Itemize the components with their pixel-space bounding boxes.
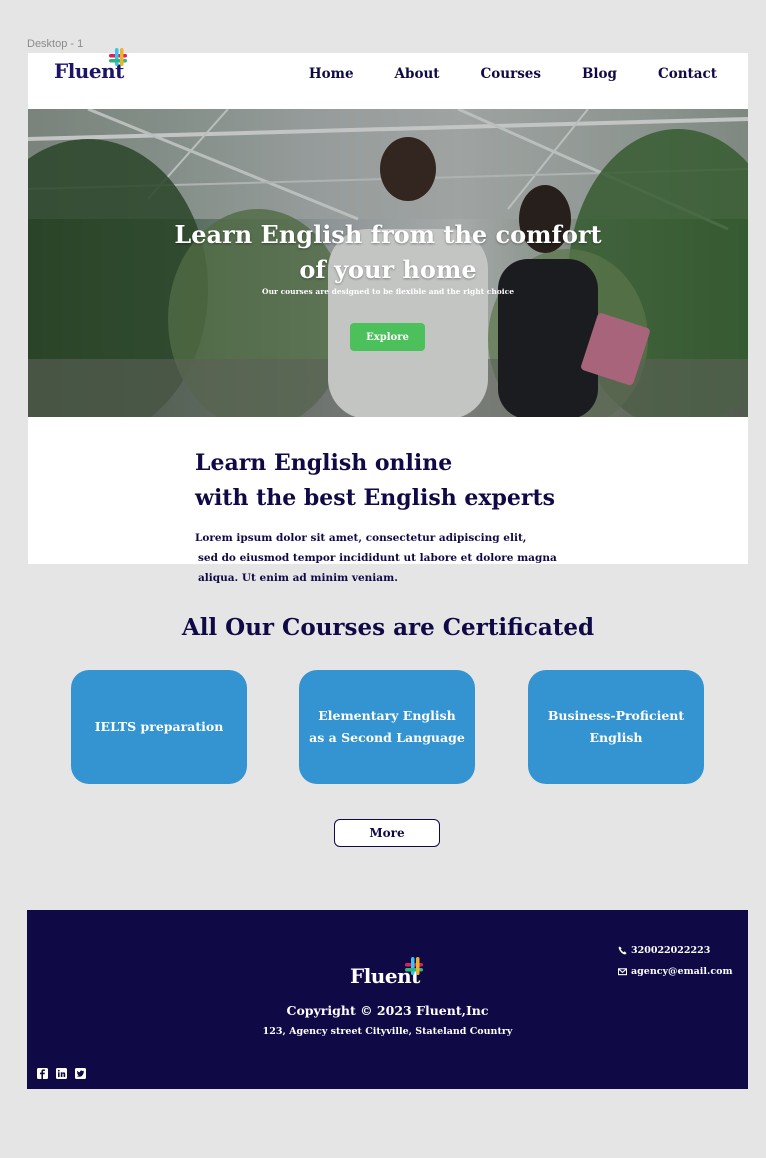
intro-body-line: Lorem ipsum dolor sit amet, consectetur … [195,532,527,544]
nav-link-about[interactable]: About [395,66,440,82]
phone-contact[interactable]: 320022022223 [618,945,710,956]
linkedin-icon[interactable] [56,1068,67,1079]
twitter-icon[interactable] [75,1068,86,1079]
nav-link-courses[interactable]: Courses [481,66,541,82]
intro-body: Lorem ipsum dolor sit amet, consectetur … [195,528,557,588]
social-links [37,1068,86,1079]
hero-banner: Learn English from the comfort of your h… [28,109,748,417]
course-card-ielts[interactable]: IELTS preparation [71,670,247,784]
intro-title-line2: with the best English experts [195,485,556,511]
more-button[interactable]: More [334,819,440,847]
intro-title-line1: Learn English online [195,450,453,476]
phone-number: 320022022223 [631,945,711,956]
nav-links: Home About Courses Blog Contact [268,66,717,82]
intro-body-line: sed do eiusmod tempor incididunt ut labo… [198,552,557,564]
phone-icon [618,946,627,955]
logo-mark-icon [109,48,127,66]
course-card-label: as a Second Language [309,730,465,745]
logo-mark-icon [405,957,423,975]
course-card-label: English [589,730,643,745]
email-address: agency@email.com [631,966,733,977]
frame-label: Desktop - 1 [27,38,84,50]
nav-link-contact[interactable]: Contact [658,66,717,82]
course-card-label: Elementary English [318,708,456,723]
footer-logo[interactable]: Fluent [350,954,423,986]
logo[interactable]: Fluent [54,48,127,81]
course-card-label: Business-Proficient [547,708,685,723]
course-card-elementary[interactable]: Elementary English as a Second Language [299,670,475,784]
nav-link-home[interactable]: Home [309,66,354,82]
mail-icon [618,968,627,976]
courses-title: All Our Courses are Certificated [181,614,595,641]
hero-subtitle: Our courses are designed to be flexible … [262,287,514,296]
hero-title-line1: Learn English from the comfort [174,220,602,249]
address-text: 123, Agency street Cityville, Stateland … [262,1026,513,1037]
course-card-label: IELTS preparation [94,719,224,734]
explore-button[interactable]: Explore [350,323,425,351]
intro-title: Learn English online with the best Engli… [195,446,555,516]
nav-link-blog[interactable]: Blog [582,66,617,82]
hero-title-line2: of your home [299,255,477,284]
facebook-icon[interactable] [37,1068,48,1079]
footer: Fluent Copyright © 2023 Fluent,Inc 123, … [27,910,748,1089]
intro-body-line: aliqua. Ut enim ad minim veniam. [198,572,398,584]
copyright-text: Copyright © 2023 Fluent,Inc [286,1003,489,1018]
navbar: Fluent Home About Courses Blog Contact [28,48,748,109]
email-contact[interactable]: agency@email.com [618,966,733,977]
hero-title: Learn English from the comfort of your h… [28,217,748,287]
course-card-business[interactable]: Business-Proficient English [528,670,704,784]
